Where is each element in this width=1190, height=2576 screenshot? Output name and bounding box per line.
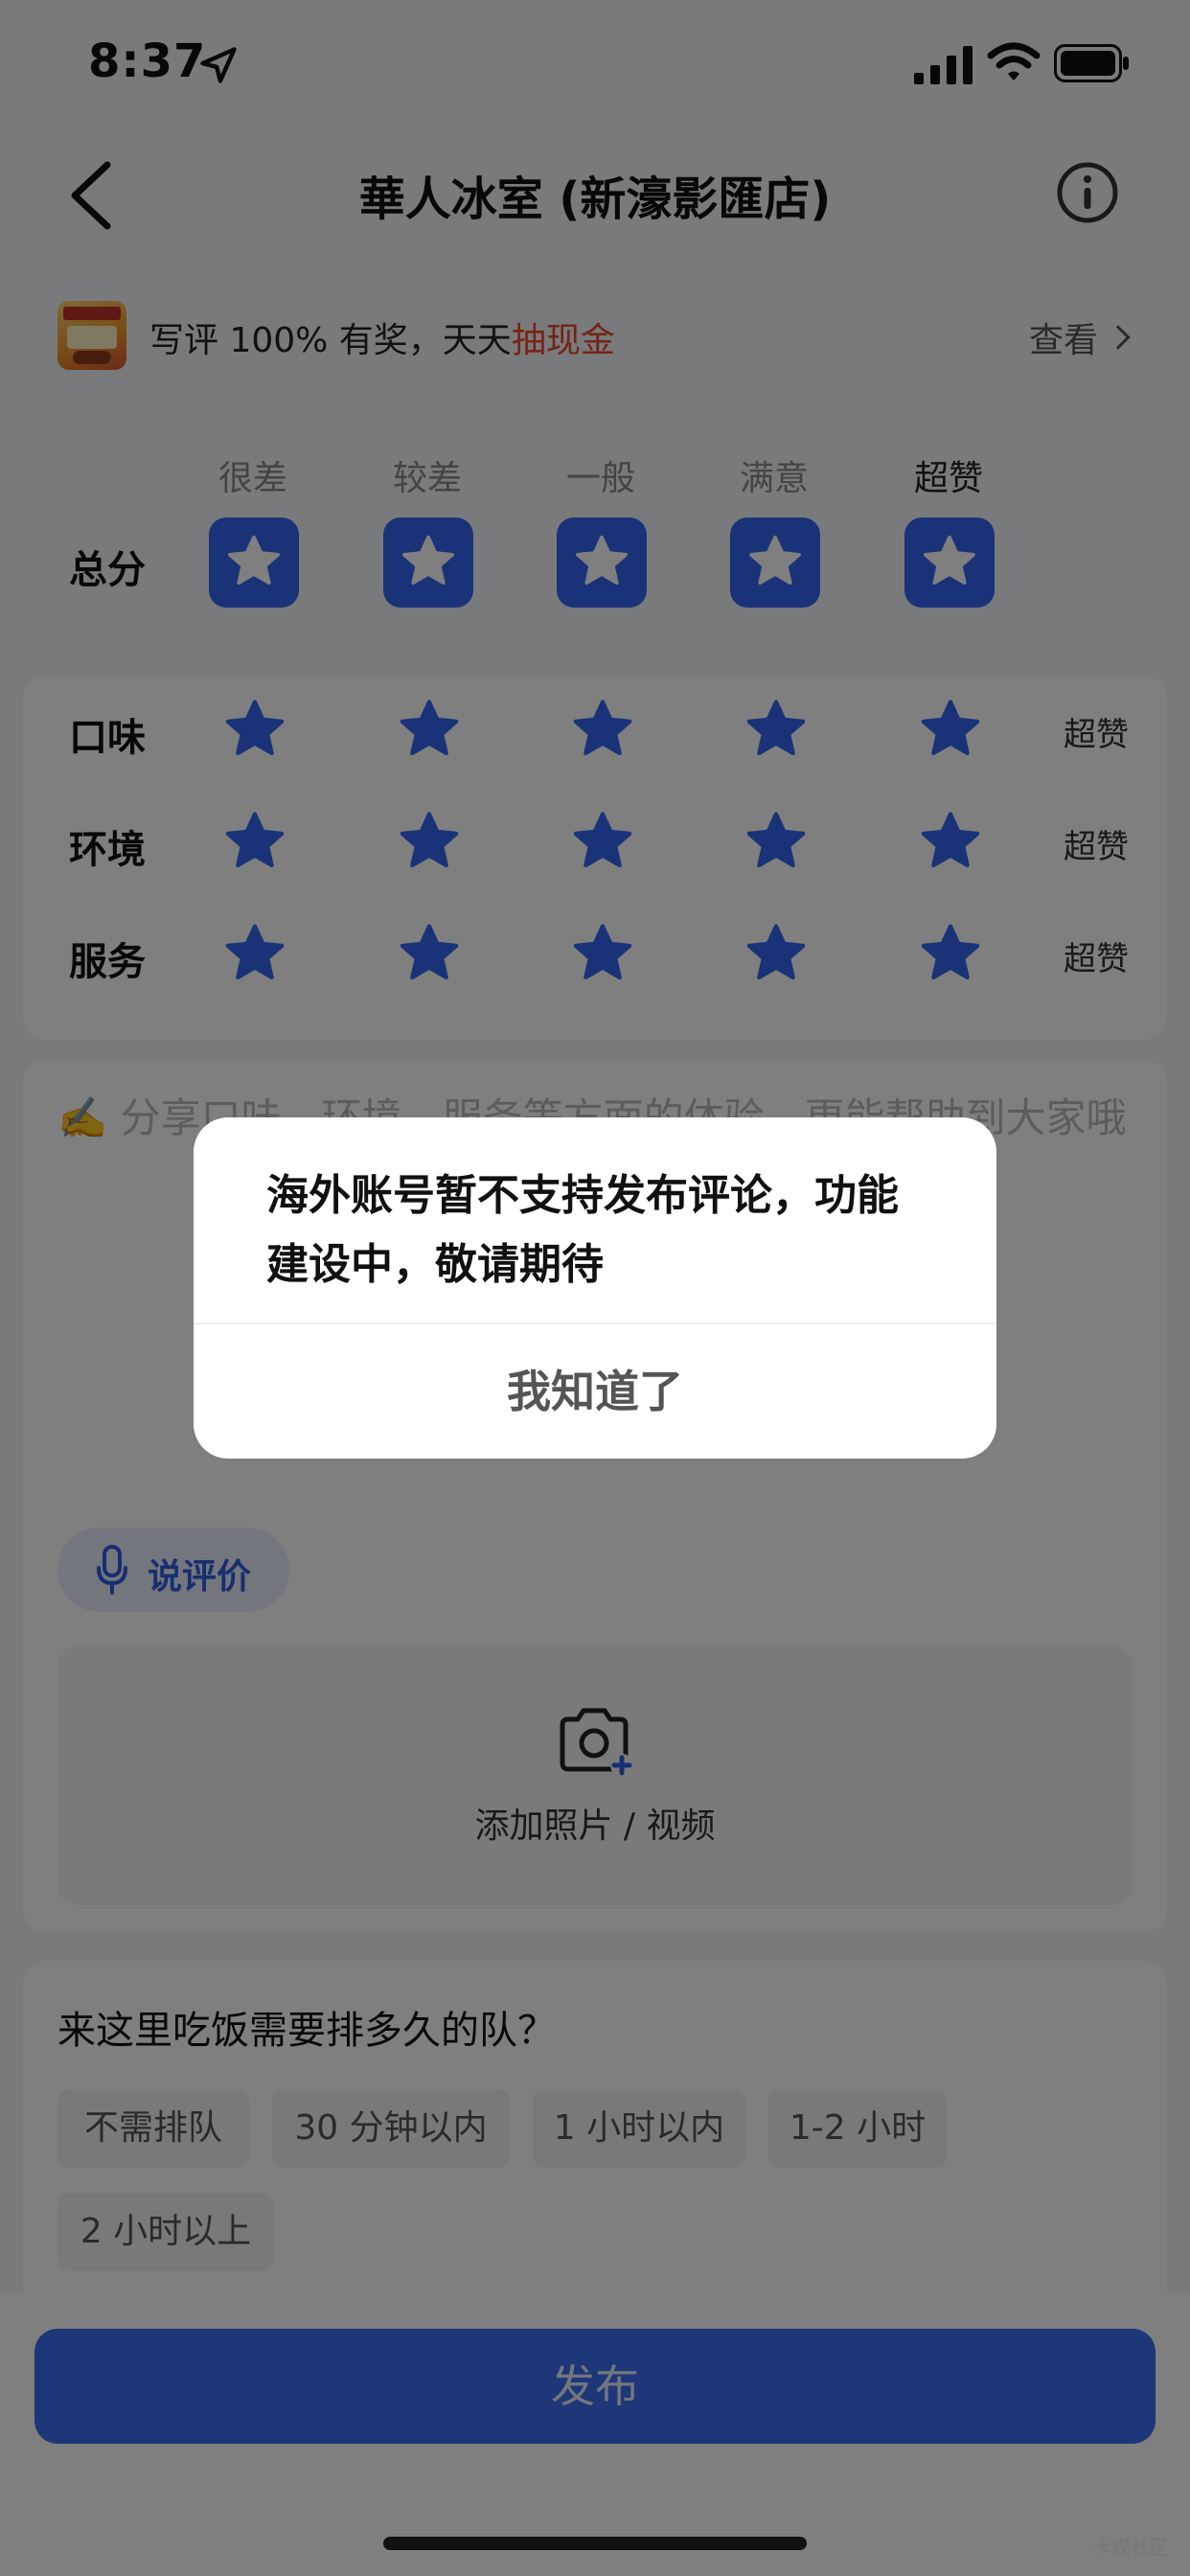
dialog-message: 海外账号暂不支持发布评论，功能建设中，敬请期待 bbox=[266, 1171, 899, 1289]
home-indicator bbox=[383, 2537, 807, 2550]
dialog-confirm-button[interactable]: 我知道了 bbox=[194, 1324, 996, 1459]
alert-dialog: 海外账号暂不支持发布评论，功能建设中，敬请期待 我知道了 bbox=[194, 1117, 996, 1459]
watermark: 卡农社区 bbox=[1092, 2536, 1169, 2559]
